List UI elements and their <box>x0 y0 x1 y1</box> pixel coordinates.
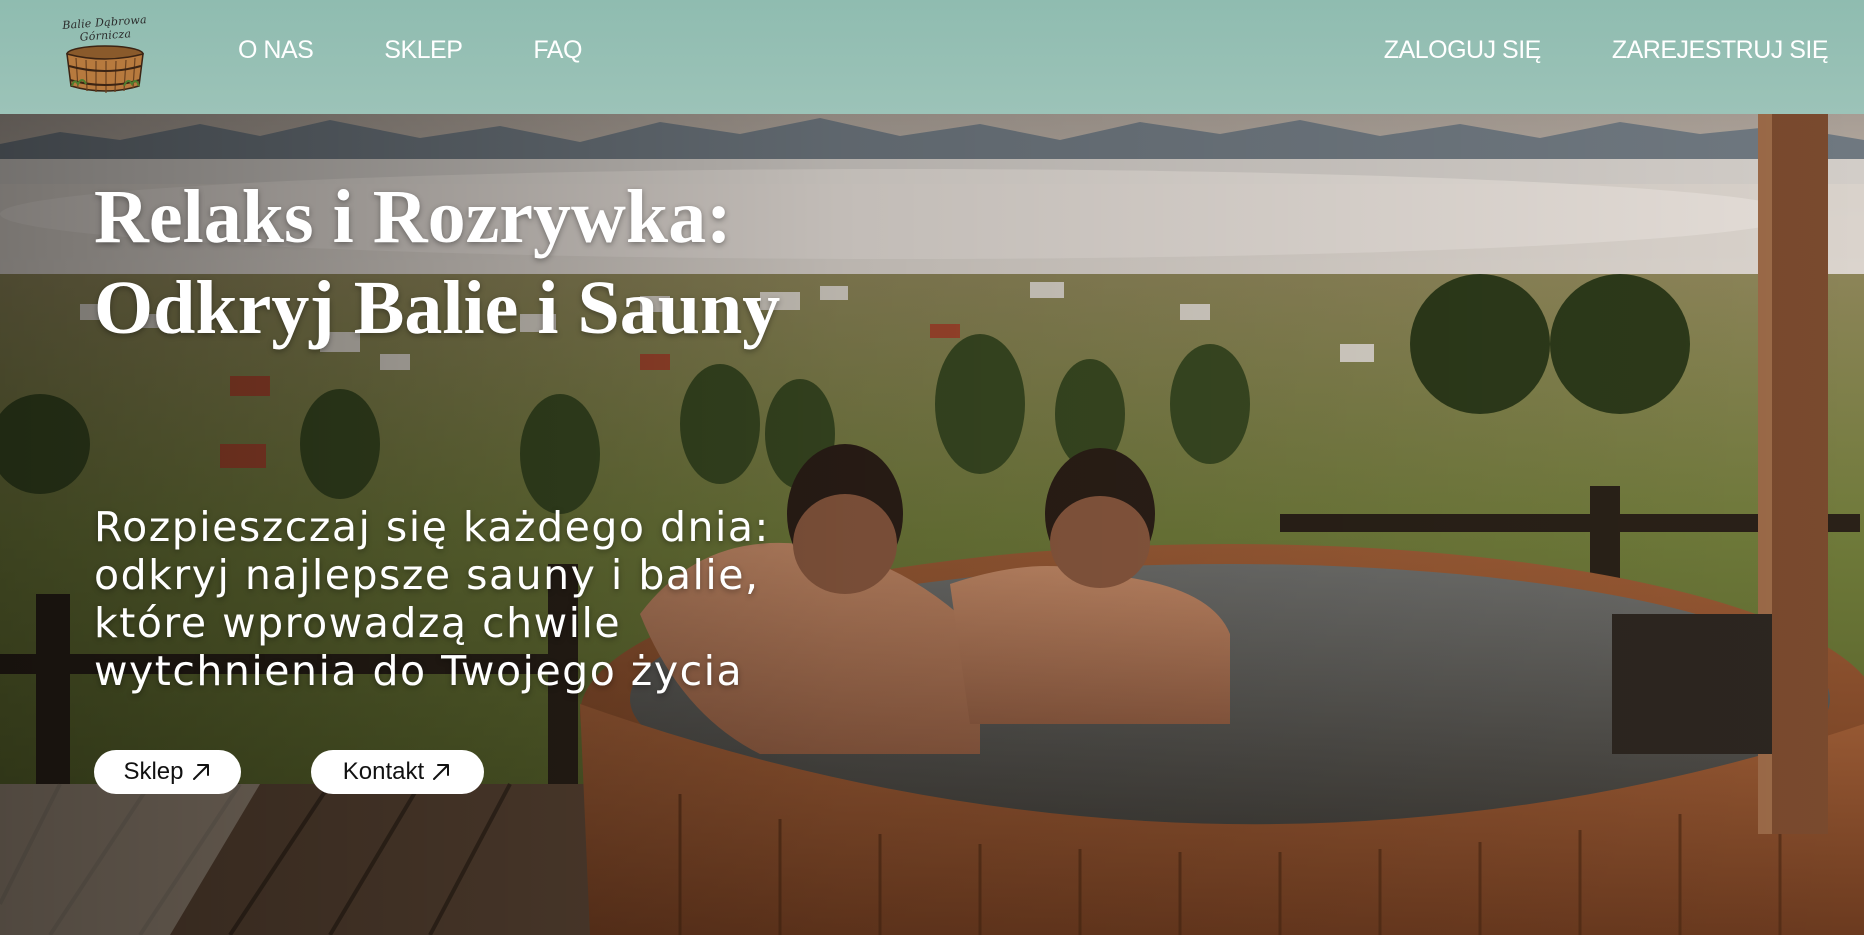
hero-title: Relaks i Rozrywka: Odkryj Balie i Sauny <box>94 175 781 350</box>
arrow-up-right-icon <box>192 764 209 780</box>
hero-section: Relaks i Rozrywka: Odkryj Balie i Sauny … <box>0 114 1864 935</box>
contact-button-label: Kontakt <box>342 758 425 785</box>
arrow-up-right-icon <box>433 764 450 780</box>
nav-link-login[interactable]: ZALOGUJ SIĘ <box>1384 36 1542 65</box>
shop-button[interactable]: Sklep <box>94 750 241 794</box>
nav-link-faq[interactable]: FAQ <box>533 36 582 65</box>
logo[interactable]: Balie Dąbrowa Górnicza <box>36 13 174 96</box>
account-nav: ZALOGUJ SIĘ ZAREJESTRUJ SIĘ <box>1313 0 1829 100</box>
shop-button-label: Sklep <box>123 758 184 785</box>
nav-link-shop[interactable]: SKLEP <box>384 36 463 65</box>
site-header: Balie Dąbrowa Górnicza O NAS SKLEP FAQ Z… <box>0 0 1864 114</box>
nav-link-about[interactable]: O NAS <box>238 36 314 65</box>
contact-button[interactable]: Kontakt <box>311 750 484 794</box>
nav-link-register[interactable]: ZAREJESTRUJ SIĘ <box>1612 36 1829 65</box>
main-nav: O NAS SKLEP FAQ <box>238 0 653 100</box>
hero-subtitle: Rozpieszczaj się każdego dnia: odkryj na… <box>94 503 770 695</box>
